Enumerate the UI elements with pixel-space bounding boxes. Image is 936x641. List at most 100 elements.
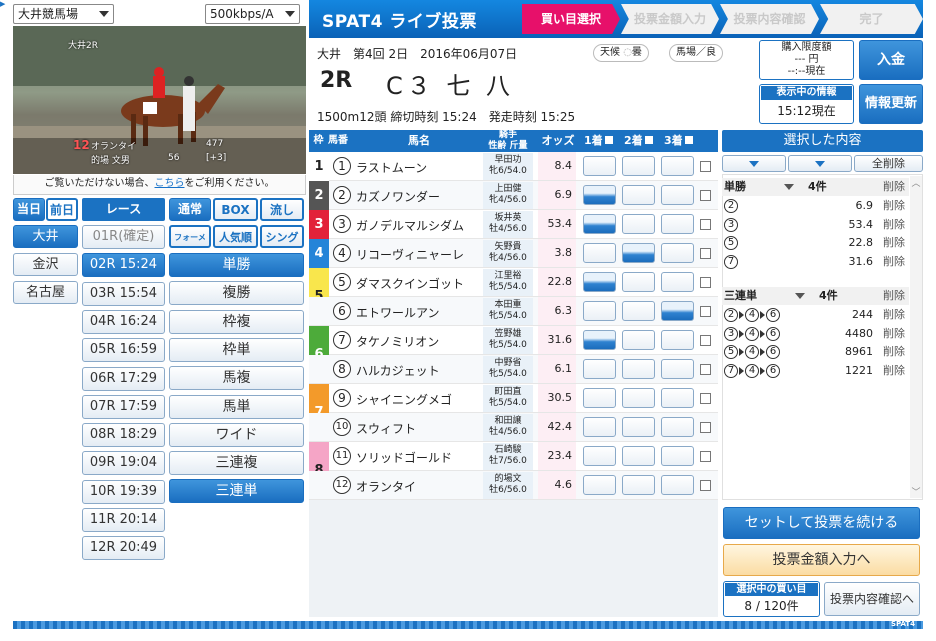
second-place-button[interactable]: [622, 388, 655, 408]
third-place-button[interactable]: [661, 330, 694, 350]
bet-type-3[interactable]: 枠単: [169, 337, 304, 362]
delete-item-button[interactable]: 削除: [883, 306, 905, 324]
bet-type-2[interactable]: 枠複: [169, 309, 304, 334]
collapse-icon[interactable]: [795, 293, 805, 299]
first-place-button[interactable]: [583, 301, 616, 321]
row-checkbox[interactable]: [700, 422, 711, 433]
third-place-button[interactable]: [661, 475, 694, 495]
first-place-button[interactable]: [583, 214, 616, 234]
race-item[interactable]: 02R 15:24: [82, 253, 165, 278]
race-item[interactable]: 07R 17:59: [82, 394, 165, 419]
second-place-button[interactable]: [622, 330, 655, 350]
delete-item-button[interactable]: 削除: [883, 343, 905, 361]
mode-box[interactable]: BOX: [213, 198, 258, 221]
first-place-button[interactable]: [583, 243, 616, 263]
mode-formation[interactable]: フォーメーション: [169, 225, 211, 248]
row-checkbox[interactable]: [700, 335, 711, 346]
delete-item-button[interactable]: 削除: [883, 253, 905, 271]
row-checkbox[interactable]: [700, 248, 711, 259]
second-place-button[interactable]: [622, 359, 655, 379]
delete-group-button[interactable]: 削除: [883, 178, 905, 194]
delete-item-button[interactable]: 削除: [883, 197, 905, 215]
bet-type-6[interactable]: ワイド: [169, 422, 304, 447]
row-checkbox[interactable]: [700, 277, 711, 288]
row-checkbox[interactable]: [700, 451, 711, 462]
bet-type-0[interactable]: 単勝: [169, 253, 304, 277]
mode-single[interactable]: シングル: [260, 225, 304, 265]
video-help-link[interactable]: こちら: [155, 178, 185, 189]
mode-nagashi[interactable]: 流し: [260, 198, 304, 221]
venue-kanazawa[interactable]: 金沢: [13, 253, 78, 276]
bet-type-5[interactable]: 馬単: [169, 394, 304, 419]
set-continue-button[interactable]: セットして投票を続ける: [723, 507, 920, 539]
col-third[interactable]: 3着: [660, 130, 718, 152]
collapse-icon[interactable]: [784, 184, 794, 190]
third-place-button[interactable]: [661, 214, 694, 234]
row-checkbox[interactable]: [700, 161, 711, 172]
third-place-button[interactable]: [661, 243, 694, 263]
live-video[interactable]: 大井2R 12 オランタイ 477 的場 文男 56 [+3]: [13, 26, 306, 174]
sort-down-button-1[interactable]: [722, 155, 786, 172]
row-checkbox[interactable]: [700, 219, 711, 230]
second-place-button[interactable]: [622, 417, 655, 437]
race-item[interactable]: 12R 20:49: [82, 536, 165, 561]
second-place-button[interactable]: [622, 243, 655, 263]
race-item[interactable]: 09R 19:04: [82, 451, 165, 476]
mode-popularity[interactable]: 人気順: [213, 225, 258, 248]
first-place-button[interactable]: [583, 388, 616, 408]
race-item[interactable]: 01R(確定): [82, 225, 165, 249]
delete-group-button[interactable]: 削除: [883, 287, 905, 303]
delete-item-button[interactable]: 削除: [883, 362, 905, 380]
venue-nagoya[interactable]: 名古屋: [13, 281, 78, 304]
third-place-button[interactable]: [661, 185, 694, 205]
row-checkbox[interactable]: [700, 190, 711, 201]
bet-type-4[interactable]: 馬複: [169, 366, 304, 391]
delete-item-button[interactable]: 削除: [883, 216, 905, 234]
third-place-button[interactable]: [661, 359, 694, 379]
mode-normal[interactable]: 通常: [169, 198, 211, 221]
race-item[interactable]: 11R 20:14: [82, 508, 165, 532]
row-checkbox[interactable]: [700, 393, 711, 404]
first-place-button[interactable]: [583, 272, 616, 292]
tab-today[interactable]: 当日: [13, 198, 45, 221]
deposit-button[interactable]: 入金: [859, 40, 923, 80]
bet-type-1[interactable]: 複勝: [169, 281, 304, 306]
first-place-button[interactable]: [583, 330, 616, 350]
venue-ooi[interactable]: 大井: [13, 225, 78, 248]
sort-down-button-2[interactable]: [788, 155, 852, 172]
scrollbar[interactable]: ︿ ﹀: [910, 176, 922, 498]
second-place-button[interactable]: [622, 214, 655, 234]
third-place-button[interactable]: [661, 446, 694, 466]
race-item[interactable]: 10R 19:39: [82, 479, 165, 504]
race-item[interactable]: 05R 16:59: [82, 338, 165, 363]
clear-all-button[interactable]: 全削除: [854, 155, 923, 172]
row-checkbox[interactable]: [700, 480, 711, 491]
bitrate-select[interactable]: 500kbps/A: [205, 4, 300, 24]
col-first[interactable]: 1着: [580, 130, 620, 152]
tab-yesterday[interactable]: 前日: [46, 198, 78, 221]
delete-item-button[interactable]: 削除: [883, 234, 905, 252]
second-place-button[interactable]: [622, 301, 655, 321]
first-place-button[interactable]: [583, 359, 616, 379]
venue-select[interactable]: 大井競馬場: [13, 4, 114, 24]
race-item[interactable]: 03R 15:54: [82, 281, 165, 306]
bet-type-8[interactable]: 三連単: [169, 479, 304, 504]
race-item[interactable]: 04R 16:24: [82, 309, 165, 334]
third-place-button[interactable]: [661, 388, 694, 408]
race-item[interactable]: 06R 17:29: [82, 366, 165, 391]
first-place-button[interactable]: [583, 185, 616, 205]
first-place-button[interactable]: [583, 417, 616, 437]
second-place-button[interactable]: [622, 156, 655, 176]
amount-input-button[interactable]: 投票金額入力へ: [723, 544, 920, 576]
row-checkbox[interactable]: [700, 306, 711, 317]
bet-type-7[interactable]: 三連複: [169, 451, 304, 476]
race-item[interactable]: 08R 18:29: [82, 423, 165, 448]
second-place-button[interactable]: [622, 446, 655, 466]
refresh-button[interactable]: 情報更新: [859, 84, 923, 124]
delete-item-button[interactable]: 削除: [883, 325, 905, 343]
row-checkbox[interactable]: [700, 364, 711, 375]
third-place-button[interactable]: [661, 417, 694, 437]
third-place-button[interactable]: [661, 156, 694, 176]
confirm-button[interactable]: 投票内容確認へ: [824, 582, 920, 616]
first-place-button[interactable]: [583, 475, 616, 495]
